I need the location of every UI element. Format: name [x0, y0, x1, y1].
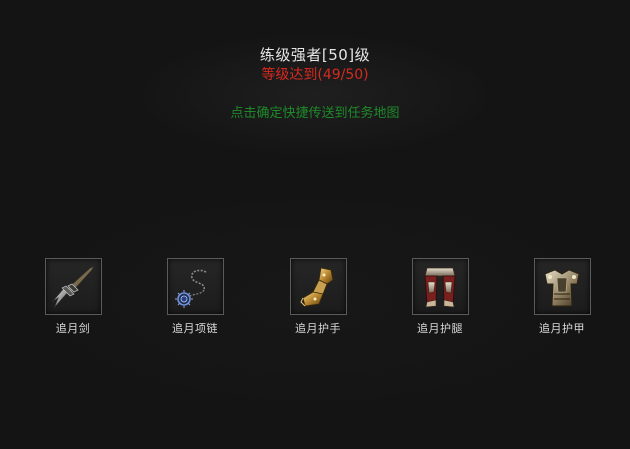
- quest-title: 练级强者[50]级: [259, 46, 371, 64]
- quest-progress: 等级达到(49/50): [261, 67, 369, 83]
- item-slot[interactable]: [44, 258, 102, 315]
- reward-name: 追月护腿: [417, 322, 463, 335]
- reward-name: 追月项链: [172, 322, 218, 335]
- reward-name: 追月护手: [295, 322, 341, 335]
- sword-icon: [51, 264, 95, 308]
- quest-panel: 练级强者[50]级 等级达到(49/50) 点击确定快捷传送到任务地图 追月剑 …: [0, 0, 630, 449]
- chest-armor-icon: [544, 269, 580, 306]
- item-slot[interactable]: [533, 258, 591, 315]
- reward-item-gauntlet[interactable]: 追月护手: [278, 258, 358, 336]
- reward-list: 追月剑 追月项链 追月护手 追月护腿 追月护甲: [0, 258, 630, 348]
- reward-item-sword[interactable]: 追月剑: [33, 258, 113, 336]
- gauntlet-icon: [300, 267, 334, 306]
- reward-item-necklace[interactable]: 追月项链: [155, 258, 235, 336]
- reward-name: 追月护甲: [539, 322, 585, 335]
- reward-item-leg-armor[interactable]: 追月护腿: [400, 258, 480, 336]
- necklace-icon: [175, 269, 207, 308]
- item-slot[interactable]: [289, 258, 347, 315]
- item-slot[interactable]: [166, 258, 224, 315]
- leg-armor-icon: [424, 267, 456, 307]
- teleport-hint-link[interactable]: 点击确定快捷传送到任务地图: [0, 102, 630, 121]
- reward-name: 追月剑: [55, 322, 91, 335]
- item-slot[interactable]: [411, 258, 469, 315]
- reward-item-chest-armor[interactable]: 追月护甲: [522, 258, 602, 336]
